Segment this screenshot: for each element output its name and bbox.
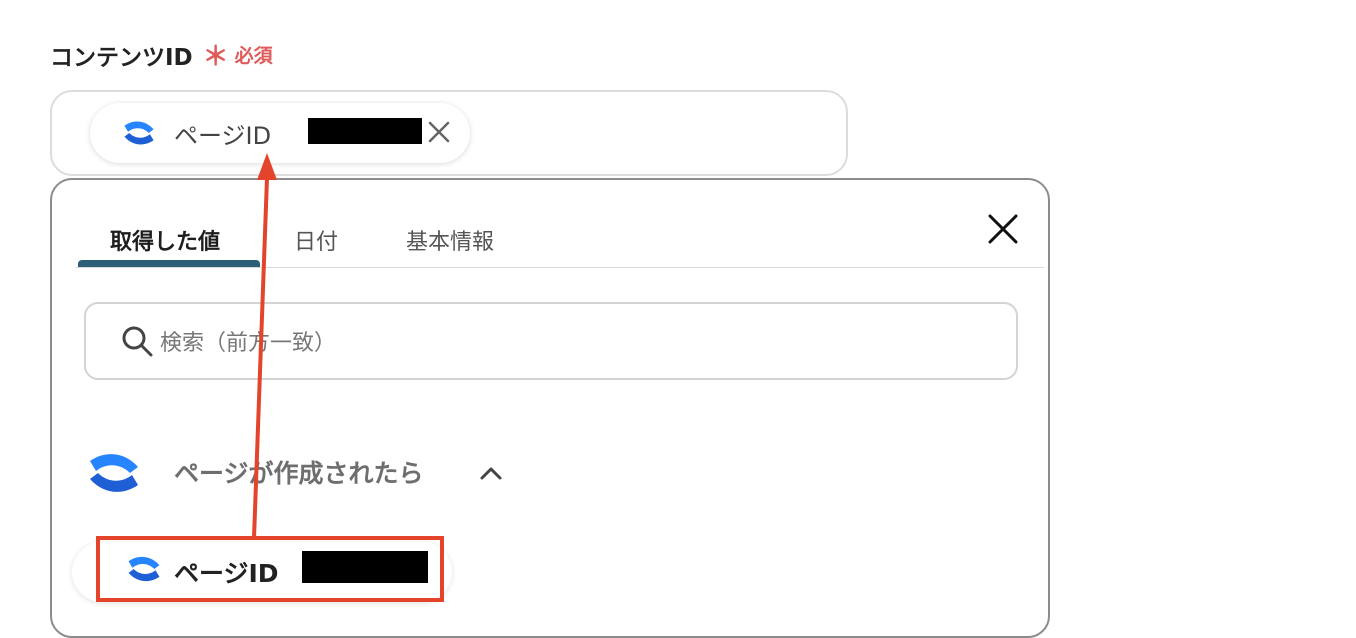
confluence-icon: [124, 121, 154, 145]
field-label: コンテンツID ＊ 必須: [50, 36, 273, 73]
tab-date[interactable]: 日付: [294, 224, 338, 256]
chip-label: ページID: [174, 121, 272, 150]
close-icon[interactable]: [986, 212, 1020, 246]
redaction-bar: [308, 118, 422, 144]
field-label-text: コンテンツID: [50, 44, 193, 71]
tab-divider: [76, 267, 1044, 268]
search-placeholder: 検索（前方一致）: [160, 331, 337, 356]
chevron-up-icon[interactable]: [478, 460, 504, 486]
confluence-icon: [90, 454, 138, 492]
required-text: 必須: [234, 45, 273, 67]
required-mark: ＊: [202, 42, 229, 72]
active-tab-indicator: [78, 260, 260, 267]
search-icon: [122, 326, 153, 357]
tab-basic-info[interactable]: 基本情報: [406, 224, 494, 256]
close-icon[interactable]: [424, 117, 454, 147]
highlight-box: [96, 536, 444, 602]
tab-obtained-values[interactable]: 取得した値: [110, 224, 220, 256]
search-input[interactable]: 検索（前方一致）: [84, 302, 1018, 380]
selected-value-chip[interactable]: ページID: [90, 103, 470, 163]
group-header-label[interactable]: ページが作成されたら: [174, 454, 424, 490]
